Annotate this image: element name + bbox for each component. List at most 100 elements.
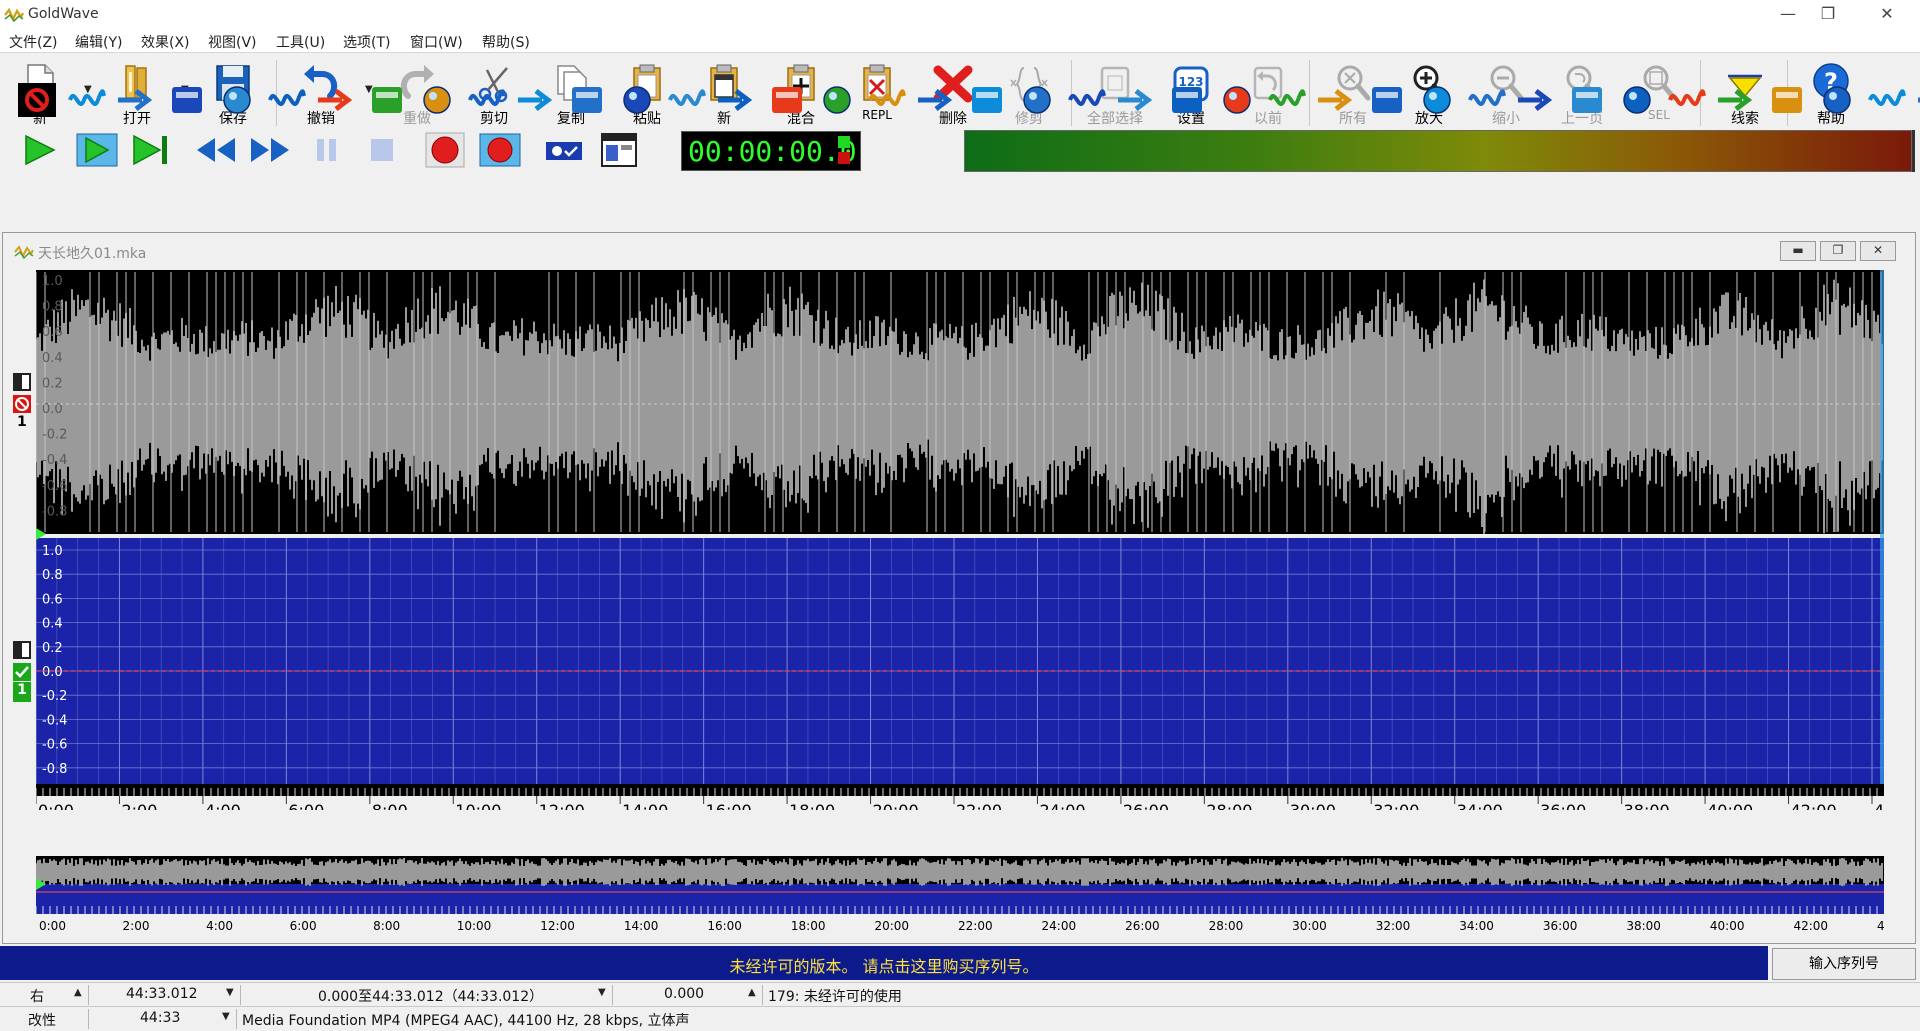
change-volume-button[interactable] — [1514, 79, 1560, 121]
mechanize-button[interactable] — [764, 79, 810, 121]
resample-button[interactable] — [814, 79, 860, 121]
timeline-label: 36:00 — [1540, 801, 1586, 810]
spectrum-filter-button[interactable] — [414, 79, 460, 121]
fade-in-button[interactable] — [1114, 79, 1160, 121]
overview-timeline-label: 20:00 — [874, 919, 909, 933]
fade-out-button[interactable] — [1164, 79, 1210, 121]
volume-button[interactable] — [1364, 79, 1410, 121]
record-selection-button[interactable] — [477, 128, 523, 172]
selection-dropdown-icon[interactable]: ▼ — [598, 987, 606, 998]
invert-button[interactable] — [1314, 79, 1360, 121]
overview-timeline-label: 34:00 — [1459, 919, 1494, 933]
timer-button[interactable] — [1864, 79, 1910, 121]
doppler-button[interactable] — [514, 79, 560, 121]
flanger-button[interactable] — [714, 79, 760, 121]
auto-gain-button[interactable] — [1414, 79, 1460, 121]
compressor-button[interactable] — [364, 79, 410, 121]
menu-window[interactable]: 窗口(W) — [410, 32, 463, 52]
doc-close-button[interactable]: ✕ — [1860, 241, 1896, 261]
waveform-view[interactable]: 1.0 0.8 0.6 0.4 0.2 0.0 -0.2 -0.4 -0.6 -0.8 1.0 0.8… — [36, 270, 1884, 810]
doc-restore-button[interactable]: ❐ — [1820, 241, 1856, 261]
insert-silence-button[interactable] — [1614, 79, 1660, 121]
left-channel-disabled-icon[interactable] — [12, 394, 32, 414]
record-button[interactable] — [422, 128, 468, 172]
channel-mixer-button[interactable] — [914, 79, 960, 121]
fade-curve-button[interactable] — [1214, 79, 1260, 121]
band-pass-button[interactable] — [1064, 79, 1110, 121]
monitor-button[interactable] — [541, 128, 587, 172]
right-channel-tick-label: -0.6 — [42, 738, 67, 753]
loop-marker-button[interactable] — [1714, 79, 1760, 121]
overview-waveform[interactable]: 0:00 2:00 4:00 6:00 8:00 10:00 12:00 14:00 16:00… — [36, 856, 1884, 934]
right-channel-select-icon[interactable] — [12, 640, 32, 660]
duration-dropdown-icon[interactable]: ▼ — [222, 1011, 230, 1022]
volume-shape-button[interactable] — [64, 79, 110, 121]
left-channel-select-icon[interactable] — [12, 372, 32, 392]
overview-timeline-label: 4:00 — [206, 919, 233, 933]
equalizer-icon — [468, 89, 506, 106]
silence-button[interactable] — [1564, 79, 1610, 121]
pitch-icon — [223, 86, 251, 114]
noise-reduction-button[interactable] — [164, 79, 210, 121]
timeline-label: 42:00 — [1791, 801, 1837, 810]
offset-button[interactable] — [564, 79, 610, 121]
maximize-button[interactable]: ❐ — [1805, 0, 1851, 30]
marker-split-button[interactable] — [1814, 79, 1860, 121]
position-status: 0.000 — [664, 986, 705, 1002]
menu-tools[interactable]: 工具(U) — [276, 32, 325, 52]
doc-minimize-button[interactable]: ▬ — [1780, 241, 1816, 261]
rewind-button[interactable] — [193, 128, 239, 172]
alien-button[interactable] — [964, 79, 1010, 121]
time-warp-button[interactable] — [264, 79, 310, 121]
menu-options[interactable]: 选项(T) — [343, 32, 390, 52]
timeline-label: 12:00 — [539, 801, 585, 810]
distortion-button[interactable] — [1014, 79, 1060, 121]
enter-serial-button[interactable]: 输入序列号 — [1772, 948, 1916, 980]
menu-file[interactable]: 文件(Z) — [9, 32, 58, 52]
overview-timeline-label: 38:00 — [1626, 919, 1661, 933]
maximize-button[interactable] — [1464, 79, 1510, 121]
mid-side-icon — [668, 89, 706, 106]
stop-button[interactable] — [359, 128, 405, 172]
status-divider — [612, 985, 613, 1005]
pitch-button[interactable] — [214, 79, 260, 121]
menu-edit[interactable]: 编辑(Y) — [75, 32, 122, 52]
left-channel-number: 1 — [17, 414, 27, 430]
control-properties-button[interactable] — [596, 128, 642, 172]
loop-button[interactable] — [314, 79, 360, 121]
jump-marker-button[interactable] — [1764, 79, 1810, 121]
snap-button[interactable] — [1914, 79, 1920, 121]
echo-button[interactable] — [114, 79, 160, 121]
timeline-label: 24:00 — [1039, 801, 1085, 810]
left-channel-tick-label: 0.2 — [42, 376, 63, 391]
play-button[interactable] — [18, 128, 64, 172]
timeline-label: 8:00 — [372, 801, 408, 810]
channel-spin-icon[interactable]: ▲ — [74, 987, 82, 998]
left-channel-tick-label: -0.2 — [42, 428, 67, 443]
overview-timeline-label: 2:00 — [123, 919, 150, 933]
left-channel-tick-label: 0.6 — [42, 325, 63, 340]
position-spin-icon[interactable]: ▲ — [748, 987, 756, 998]
pan-button[interactable] — [864, 79, 910, 121]
hide-cue-button[interactable] — [1664, 79, 1710, 121]
equalizer-button[interactable] — [464, 79, 510, 121]
pause-button[interactable] — [304, 128, 350, 172]
right-channel-enabled-icon[interactable] — [12, 662, 32, 682]
unlicensed-banner[interactable]: 未经许可的版本。 请点击这里购买序列号。 — [0, 946, 1768, 980]
left-channel-tick-label: -0.6 — [42, 479, 67, 494]
fast-forward-button[interactable] — [247, 128, 293, 172]
flanger-icon — [718, 89, 753, 111]
play-to-end-button[interactable] — [128, 128, 174, 172]
close-button[interactable]: ✕ — [1864, 0, 1910, 30]
length-dropdown-icon[interactable]: ▼ — [226, 987, 234, 998]
stop-effect-button[interactable] — [14, 79, 60, 121]
menu-help[interactable]: 帮助(S) — [482, 32, 530, 52]
menu-view[interactable]: 视图(V) — [208, 32, 257, 52]
reverse-button[interactable] — [614, 79, 660, 121]
play-selection-button[interactable] — [74, 128, 120, 172]
mid-side-button[interactable] — [664, 79, 710, 121]
trim-silence-button[interactable] — [1264, 79, 1310, 121]
menu-effects[interactable]: 效果(X) — [141, 32, 190, 52]
offset-icon — [572, 87, 602, 113]
overview-timeline-label: 42:00 — [1793, 919, 1828, 933]
